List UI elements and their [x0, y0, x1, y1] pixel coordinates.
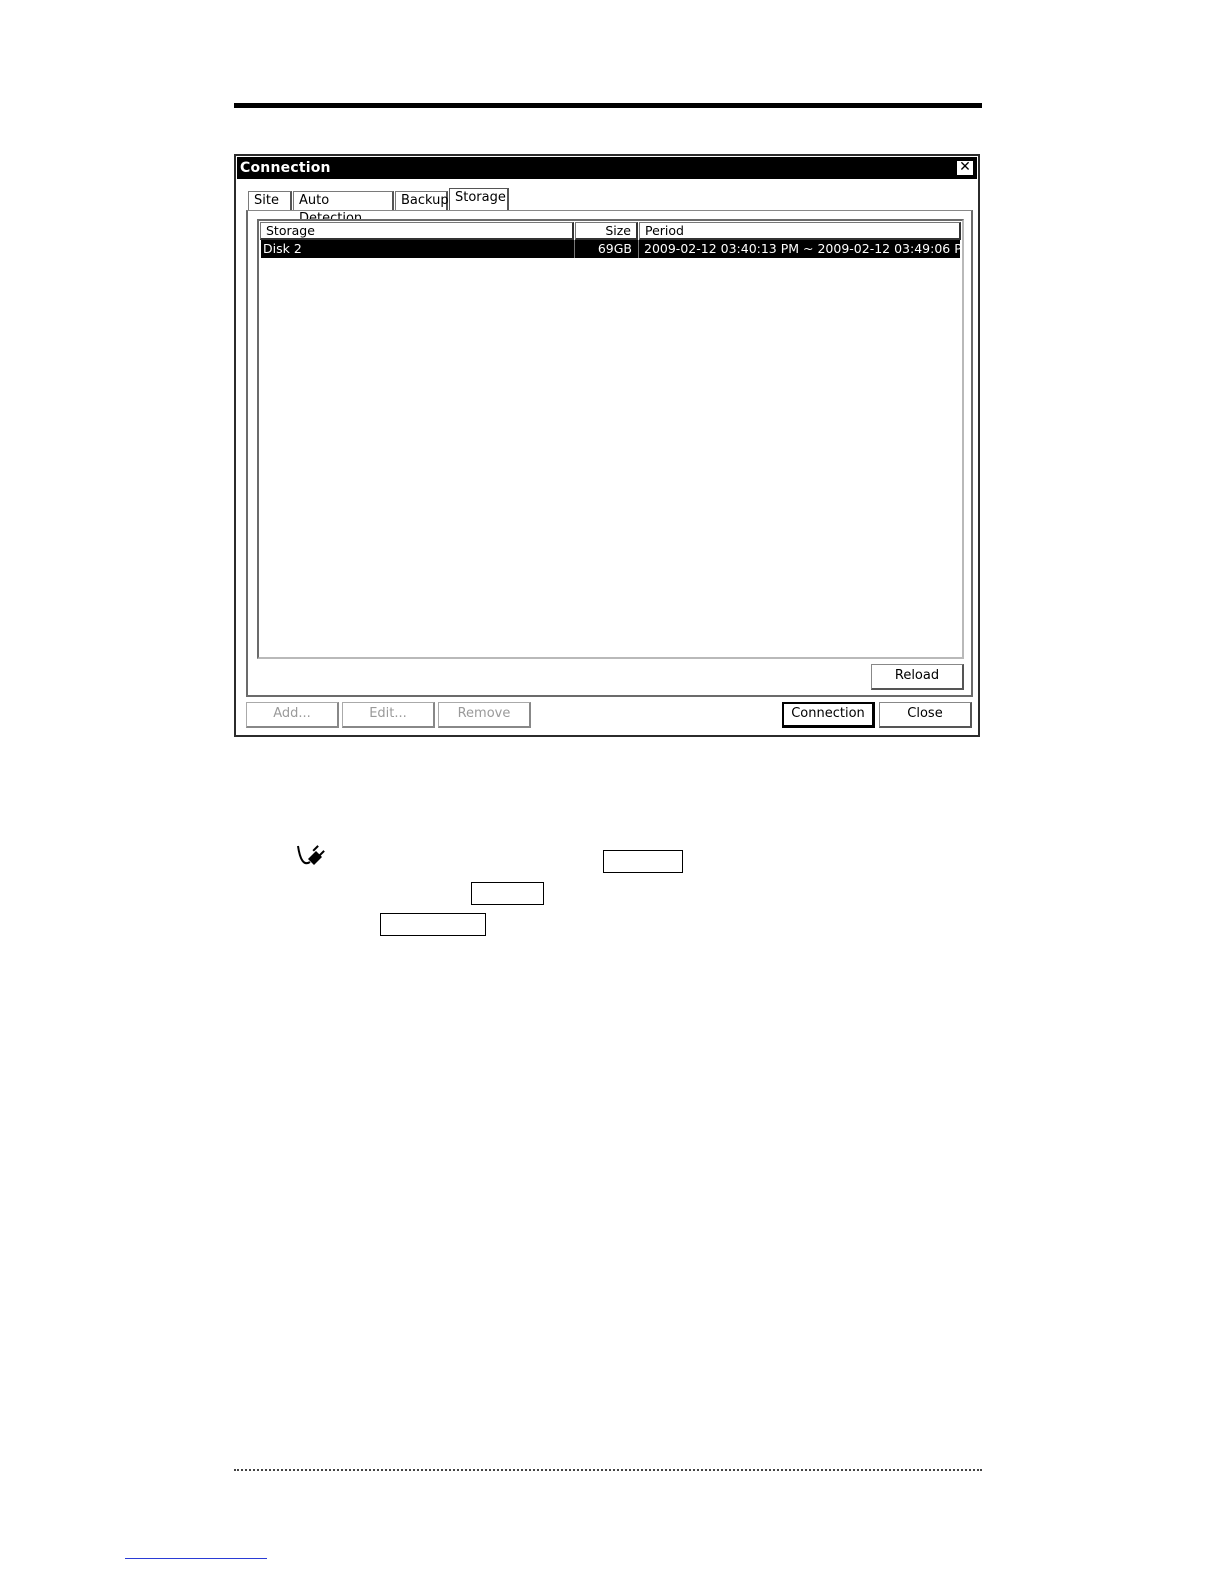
- column-header-storage[interactable]: Storage: [260, 222, 574, 240]
- column-label: Period: [645, 223, 684, 238]
- tab-label: Site: [254, 193, 279, 208]
- connection-dialog: Connection ✕ Site Auto Detection Backup …: [234, 154, 980, 737]
- inline-button-ref: [603, 850, 683, 873]
- cell-size: 69GB: [597, 241, 632, 256]
- inline-button-ref: [471, 882, 544, 905]
- tab-storage[interactable]: Storage: [449, 188, 509, 211]
- column-label: Storage: [266, 223, 315, 238]
- tab-auto-detection[interactable]: Auto Detection: [293, 191, 394, 226]
- inline-button-ref: [380, 913, 486, 936]
- storage-tab-panel: Storage Size Period Disk 2 69GB 2009-02-…: [246, 210, 973, 697]
- edit-button[interactable]: Edit...: [342, 702, 435, 728]
- cell-divider: [638, 240, 639, 258]
- dialog-title: Connection: [240, 160, 331, 176]
- add-button[interactable]: Add...: [246, 702, 339, 728]
- footer-divider: [234, 1469, 982, 1471]
- tab-label: Storage: [455, 190, 506, 205]
- connection-button[interactable]: Connection: [782, 702, 875, 728]
- close-icon[interactable]: ✕: [956, 160, 974, 176]
- cell-period: 2009-02-12 03:40:13 PM ~ 2009-02-12 03:4…: [644, 241, 964, 256]
- tab-label: Backup: [401, 193, 449, 208]
- footer-link-underline: [125, 1558, 267, 1559]
- tab-backup[interactable]: Backup: [395, 191, 449, 211]
- storage-list[interactable]: Storage Size Period Disk 2 69GB 2009-02-…: [257, 219, 964, 659]
- cell-storage: Disk 2: [263, 241, 302, 256]
- column-label: Size: [605, 223, 631, 238]
- close-button[interactable]: Close: [879, 702, 972, 728]
- column-header-size[interactable]: Size: [575, 222, 638, 240]
- top-rule: [234, 103, 982, 108]
- column-header-period[interactable]: Period: [639, 222, 961, 240]
- plug-icon: [297, 845, 325, 865]
- reload-button[interactable]: Reload: [871, 664, 964, 690]
- tab-site[interactable]: Site: [248, 191, 292, 211]
- table-row[interactable]: Disk 2 69GB 2009-02-12 03:40:13 PM ~ 200…: [261, 240, 962, 258]
- title-bar[interactable]: Connection ✕: [237, 157, 977, 179]
- remove-button[interactable]: Remove: [438, 702, 531, 728]
